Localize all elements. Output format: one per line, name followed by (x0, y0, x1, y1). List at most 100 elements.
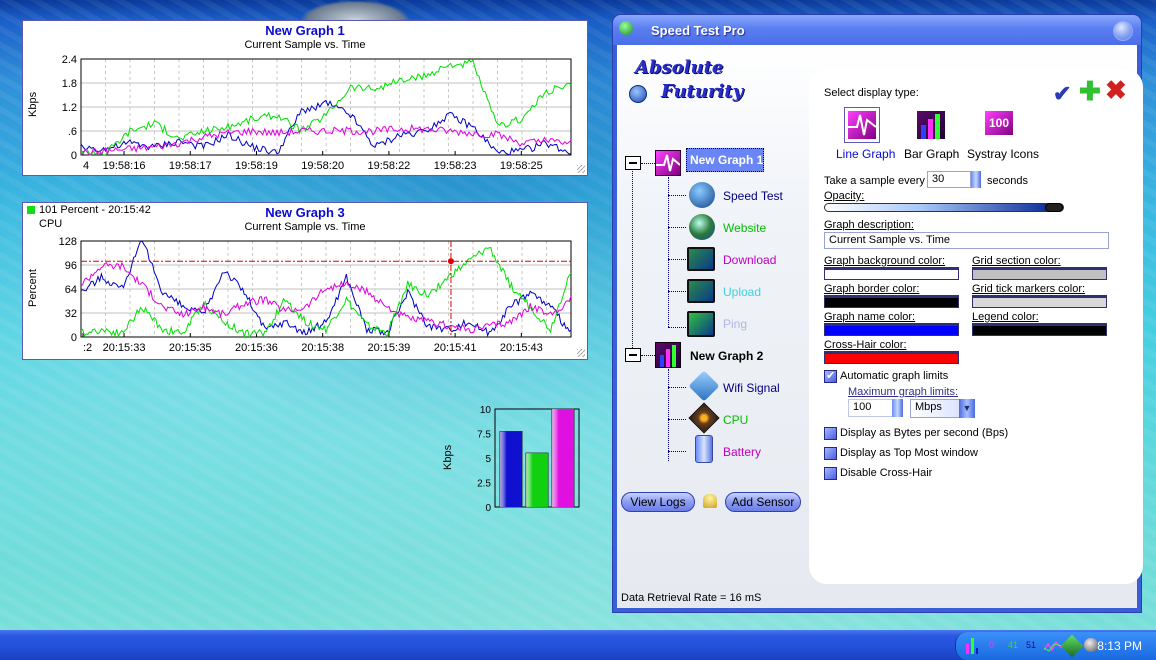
cross-hair-color-label: Cross-Hair color: (824, 339, 907, 351)
absolute-futurity-logo: Absolute Futurity (625, 55, 755, 113)
system-tray: 0 41 51 8:13 PM (955, 632, 1156, 660)
sample-prefix: Take a sample every (824, 175, 925, 187)
tree-item-ping[interactable]: Ping (723, 317, 747, 331)
collapse-toggle[interactable] (625, 348, 641, 362)
automatic-limits-checkbox[interactable] (824, 369, 837, 383)
window-button[interactable] (1113, 21, 1133, 41)
sample-suffix: seconds (987, 175, 1028, 187)
y-tick-label: 0 (71, 332, 77, 344)
bar-graph-widget[interactable]: Kbps 10 7.5 5 2.5 0 (440, 402, 585, 514)
graph-border-color-swatch[interactable] (824, 295, 959, 308)
top-most-checkbox[interactable] (824, 447, 837, 460)
tray-line-graph-icon[interactable] (1044, 638, 1062, 654)
add-plus-icon[interactable]: ✚ (1079, 78, 1101, 104)
grid-tick-markers-color-swatch[interactable] (972, 295, 1107, 308)
y-tick-label: 5 (485, 454, 491, 465)
y-tick-label: 1.8 (62, 78, 77, 90)
graph-background-color-swatch[interactable] (824, 267, 959, 280)
x-tick-label: :2 (83, 342, 92, 354)
resize-grip[interactable] (577, 349, 585, 357)
tree-item-cpu[interactable]: CPU (723, 413, 748, 427)
automatic-limits-label[interactable]: Automatic graph limits (840, 370, 948, 382)
tree-item-wifi-signal[interactable]: Wifi Signal (723, 381, 780, 395)
unit-dropdown-arrow[interactable]: ▼ (959, 399, 975, 418)
grid-section-color-label: Grid section color: (972, 255, 1061, 267)
bar-graph-label[interactable]: Bar Graph (904, 147, 959, 161)
line-graph-icon (848, 111, 876, 139)
tray-network-icon[interactable] (1060, 634, 1084, 658)
y-tick-label: 128 (59, 236, 77, 248)
graph-name-color-swatch[interactable] (824, 323, 959, 336)
y-axis-label: Kbps (442, 444, 454, 470)
top-most-label[interactable]: Display as Top Most window (840, 447, 978, 459)
disable-crosshair-checkbox[interactable] (824, 467, 837, 480)
systray-icons-label[interactable]: Systray Icons (967, 147, 1039, 161)
display-type-bar-graph[interactable] (917, 111, 945, 139)
view-logs-button[interactable]: View Logs (621, 492, 695, 512)
tree-graph-1[interactable]: New Graph 1 (686, 148, 764, 172)
x-tick-label: 19:58:19 (235, 160, 278, 172)
cross-hair-color-swatch[interactable] (824, 351, 959, 364)
opacity-slider-thumb[interactable] (1045, 203, 1063, 212)
line-graph-label[interactable]: Line Graph (836, 147, 895, 161)
grid-tick-markers-color-label: Grid tick markers color: (972, 283, 1086, 295)
x-tick-label: 20:15:39 (367, 342, 410, 354)
sensor-tree: New Graph 1 Speed Test Website Download … (617, 145, 807, 485)
y-tick-label: .6 (68, 126, 77, 138)
title-bar[interactable]: Speed Test Pro (613, 15, 1141, 45)
x-tick-label: 20:15:38 (301, 342, 344, 354)
graph-window-3[interactable]: 101 Percent - 20:15:42 CPU New Graph 3 C… (22, 202, 588, 360)
status-bar: Data Retrieval Rate = 16 mS (621, 592, 762, 604)
tray-bar-graph-icon[interactable] (966, 638, 982, 654)
y-tick-label: 7.5 (477, 430, 491, 441)
x-tick-label: 19:58:22 (367, 160, 410, 172)
collapse-toggle[interactable] (625, 156, 641, 170)
display-type-line-graph[interactable] (844, 107, 880, 143)
bell-icon[interactable] (703, 494, 717, 508)
bar-graph-icon (655, 342, 681, 368)
legend-color-swatch[interactable] (972, 323, 1107, 336)
graph-description-input[interactable]: Current Sample vs. Time (824, 232, 1109, 249)
bar-shine (526, 453, 548, 507)
bytes-per-second-checkbox[interactable] (824, 427, 837, 440)
max-limit-unit-select[interactable]: Mbps (910, 399, 960, 418)
logo-line-2: Futurity (661, 81, 744, 102)
delete-x-icon[interactable]: ✖ (1105, 77, 1127, 103)
tree-item-battery[interactable]: Battery (723, 445, 761, 459)
opacity-slider[interactable] (824, 203, 1064, 212)
bar-shine (500, 431, 522, 507)
x-tick-label: 20:15:33 (103, 342, 146, 354)
tree-item-download[interactable]: Download (723, 253, 776, 267)
tray-value-2[interactable]: 41 (1008, 640, 1018, 650)
resize-grip[interactable] (577, 165, 585, 173)
desktop-mountain (300, 0, 410, 20)
tree-item-speed-test[interactable]: Speed Test (723, 189, 783, 203)
graph-plot-1: 2.4 1.8 1.2 .6 04 19:58:16 19:58:17 19:58:19 19:… (62, 54, 572, 172)
x-tick-label: 19:58:23 (434, 160, 477, 172)
clock[interactable]: 8:13 PM (1097, 639, 1142, 653)
tree-item-upload[interactable]: Upload (723, 285, 761, 299)
max-limit-spinner[interactable] (892, 399, 903, 417)
disable-crosshair-label[interactable]: Disable Cross-Hair (840, 467, 932, 479)
max-limit-input[interactable]: 100 (848, 399, 894, 417)
wifi-icon (688, 370, 720, 402)
ping-icon (687, 311, 715, 337)
display-type-systray[interactable]: 100 (985, 111, 1013, 135)
download-icon (687, 247, 715, 271)
add-sensor-button[interactable]: Add Sensor (725, 492, 801, 512)
bytes-per-second-label[interactable]: Display as Bytes per second (Bps) (840, 427, 1008, 439)
tray-volume-icon[interactable] (1084, 638, 1098, 652)
tree-item-website[interactable]: Website (723, 221, 766, 235)
x-tick-label: 19:58:16 (103, 160, 146, 172)
grid-section-color-swatch[interactable] (972, 267, 1107, 280)
sample-interval-spinner[interactable] (971, 171, 981, 188)
confirm-check-icon[interactable]: ✔ (1053, 81, 1071, 107)
graph-window-1[interactable]: New Graph 1 Current Sample vs. Time Kbps… (22, 20, 588, 176)
tree-graph-2[interactable]: New Graph 2 (690, 349, 763, 363)
display-type-label: Select display type: (824, 87, 919, 99)
tray-value-3[interactable]: 51 (1026, 640, 1036, 650)
tray-value-1[interactable]: 0 (989, 640, 994, 650)
sample-interval-input[interactable]: 30 (927, 171, 971, 188)
y-tick-label: 32 (65, 308, 77, 320)
cpu-icon (688, 402, 720, 434)
